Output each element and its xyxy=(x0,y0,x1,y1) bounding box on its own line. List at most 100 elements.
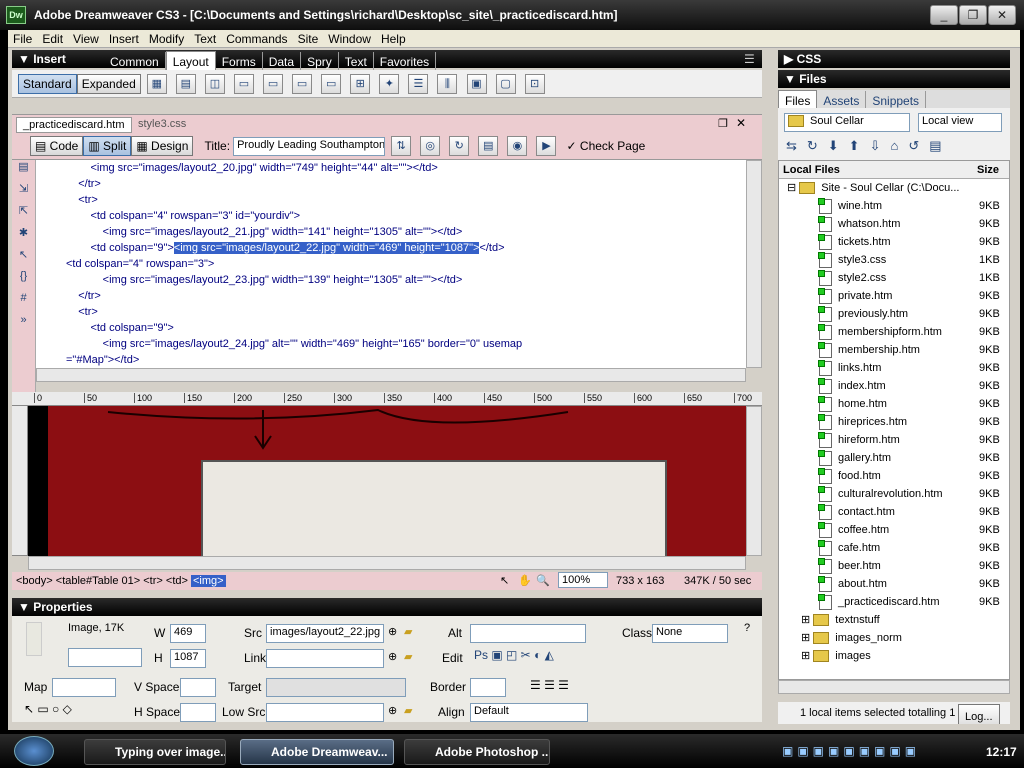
menu-help[interactable]: Help xyxy=(376,30,411,46)
file-item[interactable]: cafe.htm 9KB xyxy=(779,539,1009,557)
file-management-icon[interactable]: ⇅ xyxy=(391,136,412,156)
draw-layout-cell-icon[interactable]: ✦ xyxy=(379,74,400,94)
link-input[interactable] xyxy=(266,649,384,668)
file-item[interactable]: about.htm 9KB xyxy=(779,575,1009,593)
tab-favorites[interactable]: Favorites xyxy=(374,52,437,72)
spry-menu-icon[interactable]: ▭ xyxy=(234,74,254,94)
lowsrc-point-icon[interactable]: ⊕ xyxy=(388,704,397,717)
files-horizontal-scrollbar[interactable] xyxy=(778,680,1010,694)
link-point-icon[interactable]: ⊕ xyxy=(388,650,397,663)
file-item[interactable]: culturalrevolution.htm 9KB xyxy=(779,485,1009,503)
zoom-select[interactable]: 100% xyxy=(558,572,608,588)
code-line[interactable]: <img src="images/layout2_24.jpg" alt="" … xyxy=(36,336,746,352)
align-buttons-icons[interactable]: ☰ ☰ ☰ xyxy=(530,678,569,692)
tag-selector-body[interactable]: <body> xyxy=(16,575,53,587)
file-item[interactable]: hireprices.htm 9KB xyxy=(779,413,1009,431)
tag-selector-td[interactable]: <td> xyxy=(166,575,188,587)
insert-row-icon[interactable]: ☰ xyxy=(408,74,429,94)
collapse-selection-icon[interactable]: ⇱ xyxy=(12,204,35,226)
files-actions-icons[interactable]: ⇆↻⬇⬆⇩⌂↺▤ xyxy=(786,138,952,154)
layout-table-icon[interactable]: ⊞ xyxy=(350,74,371,94)
file-item[interactable]: food.htm 9KB xyxy=(779,467,1009,485)
code-view[interactable]: <img src="images/layout2_20.jpg" width="… xyxy=(36,160,746,368)
view-select[interactable]: Local view xyxy=(918,113,1002,132)
minimize-button[interactable]: _ xyxy=(930,5,958,25)
select-parent-tag-icon[interactable]: ↖ xyxy=(12,248,35,270)
hotspot-tools-icons[interactable]: ↖ ▭ ○ ◇ xyxy=(24,702,72,716)
zoom-tool-icon[interactable]: 🔍 xyxy=(536,572,550,590)
menu-modify[interactable]: Modify xyxy=(144,30,189,46)
collapse-tag-icon[interactable]: ⇲ xyxy=(12,182,35,204)
table-icon[interactable]: ▦ xyxy=(146,74,167,94)
file-item[interactable]: links.htm 9KB xyxy=(779,359,1009,377)
site-root[interactable]: ⊟ Site - Soul Cellar (C:\Docu... xyxy=(779,179,1009,197)
select-tool-icon[interactable]: ↖ xyxy=(500,572,509,590)
local-files-header[interactable]: Local Files xyxy=(783,164,840,176)
maximize-button[interactable]: ❐ xyxy=(959,5,987,25)
src-input[interactable]: images/layout2_22.jpg xyxy=(266,624,384,643)
tab-text[interactable]: Text xyxy=(339,52,374,72)
task-typing-over-image[interactable]: Typing over image... xyxy=(84,739,226,765)
file-item[interactable]: beer.htm 9KB xyxy=(779,557,1009,575)
code-horizontal-scrollbar[interactable] xyxy=(36,368,746,382)
expand-icon[interactable]: ⊞ xyxy=(801,632,813,644)
close-doc-icon[interactable]: ✕ xyxy=(736,116,746,130)
size-column-header[interactable]: Size xyxy=(977,161,999,179)
insert-column-icon[interactable]: ⫼ xyxy=(437,74,458,94)
view-options-icon[interactable]: ▤ xyxy=(478,136,499,156)
file-item[interactable]: hireform.htm 9KB xyxy=(779,431,1009,449)
tab-forms[interactable]: Forms xyxy=(216,52,263,72)
doc-tab-style3[interactable]: style3.css xyxy=(138,118,186,130)
tab-spry[interactable]: Spry xyxy=(301,52,339,72)
frames-icon[interactable]: ▣ xyxy=(466,74,487,94)
code-line[interactable]: <img src="images/layout2_21.jpg" width="… xyxy=(36,224,746,240)
menu-file[interactable]: File xyxy=(8,30,37,46)
code-line[interactable]: <tr> xyxy=(36,304,746,320)
file-item[interactable]: index.htm 9KB xyxy=(779,377,1009,395)
task-photoshop[interactable]: Adobe Photoshop ... xyxy=(404,739,550,765)
width-input[interactable]: 469 xyxy=(170,624,206,643)
point-to-file-icon[interactable]: ⊕ xyxy=(388,625,397,638)
tag-selector-tr[interactable]: <tr> xyxy=(143,575,163,587)
file-item[interactable]: private.htm 9KB xyxy=(779,287,1009,305)
align-select[interactable]: Default xyxy=(470,703,588,722)
expand-icon[interactable]: ⊞ xyxy=(801,614,813,626)
task-dreamweaver[interactable]: Adobe Dreamweav... xyxy=(240,739,394,765)
panel-options-icon[interactable]: ☰ xyxy=(744,52,755,66)
height-input[interactable]: 1087 xyxy=(170,649,206,668)
file-item[interactable]: membership.htm 9KB xyxy=(779,341,1009,359)
tab-common[interactable]: Common xyxy=(104,52,166,72)
code-line[interactable]: </tr> xyxy=(36,176,746,192)
expand-icon[interactable]: ⊞ xyxy=(801,650,813,662)
css-panel-header[interactable]: ▶ CSS xyxy=(778,50,1010,68)
tag-selector-table[interactable]: <table#Table 01> xyxy=(56,575,140,587)
menu-site[interactable]: Site xyxy=(293,30,324,46)
check-page-button[interactable]: ✓ Check Page xyxy=(563,137,650,155)
properties-header[interactable]: ▼ Properties xyxy=(12,598,762,616)
target-select[interactable] xyxy=(266,678,406,697)
ap-div-icon[interactable]: ◫ xyxy=(204,74,225,94)
files-panel-header[interactable]: ▼ Files xyxy=(778,70,1010,88)
border-input[interactable] xyxy=(470,678,506,697)
site-select[interactable]: Soul Cellar xyxy=(784,113,910,132)
code-line[interactable]: <img src="images/layout2_20.jpg" width="… xyxy=(36,160,746,176)
code-line[interactable]: </tr> xyxy=(36,288,746,304)
hand-tool-icon[interactable]: ✋ xyxy=(518,572,532,590)
file-item[interactable]: gallery.htm 9KB xyxy=(779,449,1009,467)
file-item[interactable]: coffee.htm 9KB xyxy=(779,521,1009,539)
image-name-input[interactable] xyxy=(68,648,142,667)
menu-text[interactable]: Text xyxy=(189,30,221,46)
file-item[interactable]: style2.css 1KB xyxy=(779,269,1009,287)
expand-all-icon[interactable]: ✱ xyxy=(12,226,35,248)
lowsrc-folder-icon[interactable]: ▰ xyxy=(404,704,412,717)
tab-layout[interactable]: Layout xyxy=(165,51,216,72)
spry-panels-icon[interactable]: ▭ xyxy=(263,74,284,94)
tag-selector-img[interactable]: <img> xyxy=(190,575,226,587)
code-line[interactable]: <td colspan="9"><img src="images/layout2… xyxy=(36,240,746,256)
code-view-button[interactable]: ▤ Code xyxy=(30,136,84,156)
hspace-input[interactable] xyxy=(180,703,216,722)
map-input[interactable] xyxy=(52,678,116,697)
file-item[interactable]: home.htm 9KB xyxy=(779,395,1009,413)
code-line[interactable]: <td colspan="9"> xyxy=(36,320,746,336)
file-item[interactable]: wine.htm 9KB xyxy=(779,197,1009,215)
